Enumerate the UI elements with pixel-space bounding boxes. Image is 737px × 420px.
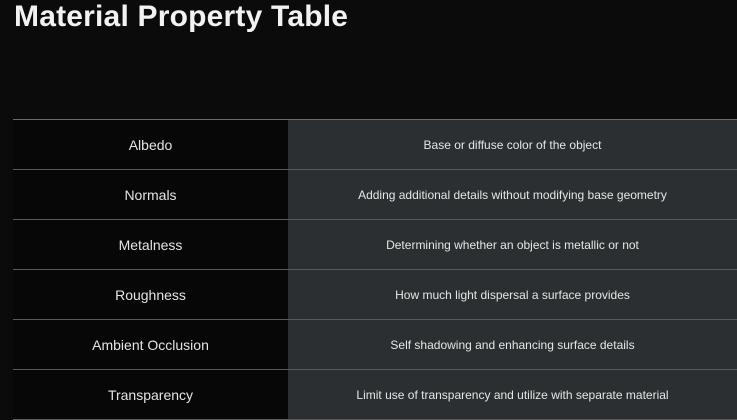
property-description: How much light dispersal a surface provi… [288,270,737,319]
property-name: Albedo [13,120,288,169]
table-row: Transparency Limit use of transparency a… [13,370,737,420]
property-description: Determining whether an object is metalli… [288,220,737,269]
table-row: Ambient Occlusion Self shadowing and enh… [13,320,737,370]
property-name: Ambient Occlusion [13,320,288,369]
property-name: Roughness [13,270,288,319]
property-description: Limit use of transparency and utilize wi… [288,370,737,419]
table-row: Metalness Determining whether an object … [13,220,737,270]
property-name: Metalness [13,220,288,269]
property-description: Base or diffuse color of the object [288,120,737,169]
page-title: Material Property Table [14,0,349,33]
property-name: Transparency [13,370,288,419]
property-description: Adding additional details without modify… [288,170,737,219]
property-name: Normals [13,170,288,219]
material-property-table: Albedo Base or diffuse color of the obje… [13,119,737,420]
property-description: Self shadowing and enhancing surface det… [288,320,737,369]
table-row: Albedo Base or diffuse color of the obje… [13,120,737,170]
table-row: Roughness How much light dispersal a sur… [13,270,737,320]
table-row: Normals Adding additional details withou… [13,170,737,220]
